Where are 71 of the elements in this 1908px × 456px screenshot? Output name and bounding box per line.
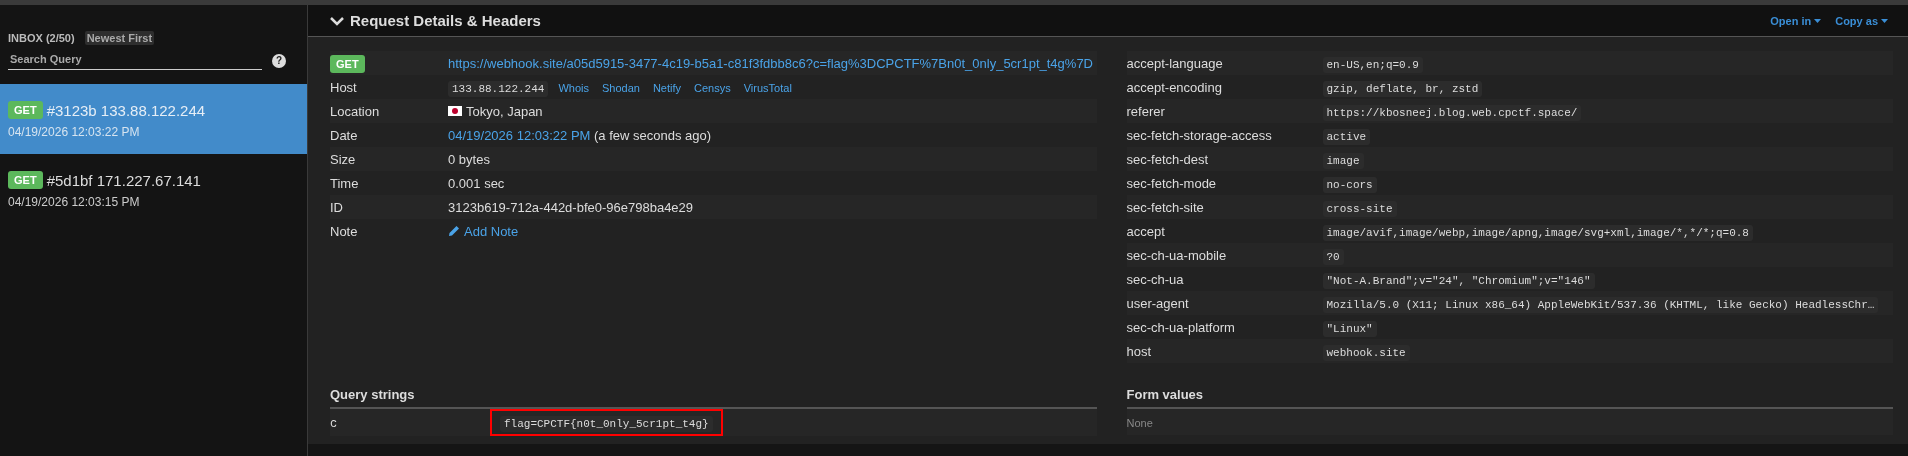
header-name: referer — [1126, 103, 1165, 119]
caret-icon — [1814, 18, 1822, 23]
header-value: https://kbosneej.blog.web.cpctf.space/ — [1322, 104, 1582, 121]
query-value: flag=CPCTF{n0t_0nly_5cr1pt_t4g} — [500, 416, 713, 432]
dropdown-link[interactable]: Copy as — [1835, 14, 1888, 27]
header-value: Mozilla/5.0 (X11; Linux x86_64) AppleWebKit/537.36 (KHTML, like Gecko) HeadlessChr… — [1322, 296, 1879, 313]
header-value: active — [1322, 128, 1371, 145]
pencil-icon — [448, 225, 460, 237]
header-value: en-US,en;q=0.9 — [1322, 56, 1423, 73]
header-value: gzip, deflate, br, zstd — [1322, 80, 1483, 97]
host-ip-value: 133.88.122.244 — [448, 80, 549, 97]
inbox-count: INBOX (2/50) — [8, 32, 75, 44]
flag-icon — [448, 106, 462, 116]
request-date: 04/19/2026 12:03:22 PM — [8, 125, 141, 139]
method-badge: GET — [8, 101, 43, 119]
header-value: "Linux" — [1322, 320, 1377, 337]
header-value: image/avif,image/webp,image/apng,image/svg+xml,image/*,*/*;q=0.8 — [1322, 224, 1753, 241]
search-field[interactable]: Search Query — [8, 51, 262, 70]
request-title: #5d1bf 171.227.67.141 — [46, 171, 201, 189]
lookup-link[interactable]: VirusTotal — [743, 81, 792, 94]
request-item[interactable]: GET #3123b 133.88.122.244 04/19/2026 12:03:22 PM — [0, 84, 307, 154]
request-date: 04/19/2026 12:03:15 PM — [8, 195, 141, 209]
method-badge: GET — [8, 171, 43, 189]
header-name: accept-encoding — [1126, 79, 1222, 95]
detail-label: Size — [330, 151, 356, 167]
lookup-link[interactable]: Netify — [652, 81, 682, 94]
header-name: sec-fetch-mode — [1126, 175, 1217, 191]
header-value: "Not-A.Brand";v="24", "Chromium";v="146" — [1322, 272, 1595, 289]
request-item[interactable]: GET #5d1bf 171.227.67.141 04/19/2026 12:03:15 PM — [0, 154, 307, 224]
detail-label: Note — [330, 223, 358, 239]
header-name: sec-ch-ua-platform — [1126, 319, 1235, 335]
location-value: Tokyo, Japan — [466, 103, 543, 119]
header-value: webhook.site — [1322, 344, 1410, 361]
header-name: sec-fetch-dest — [1126, 151, 1209, 167]
detail-label: Host — [330, 79, 357, 95]
header-value: no-cors — [1322, 176, 1377, 193]
caret-icon — [1881, 18, 1888, 23]
detail-label: ID — [330, 199, 343, 215]
detail-label: Time — [330, 175, 359, 191]
panel-title: Request Details & Headers — [350, 12, 541, 29]
relative-time: (a few seconds ago) — [594, 127, 712, 143]
header-value: cross-site — [1322, 200, 1397, 217]
header-name: sec-ch-ua — [1126, 271, 1184, 287]
detail-label: Location — [330, 103, 380, 119]
header-value: ?0 — [1322, 248, 1344, 265]
add-note-link[interactable]: Add Note — [448, 223, 1097, 239]
header-name: sec-fetch-storage-access — [1126, 127, 1272, 143]
header-name: user-agent — [1126, 295, 1189, 311]
detail-value: 0 bytes — [448, 151, 490, 167]
detail-value: 3123b619-712a-442d-bfe0-96e798ba4e29 — [448, 199, 694, 215]
query-key: c — [330, 416, 338, 431]
header-name: sec-ch-ua-mobile — [1126, 247, 1227, 263]
lookup-link[interactable]: Censys — [694, 81, 731, 94]
chevron-icon[interactable] — [330, 15, 344, 26]
header-name: accept — [1126, 223, 1165, 239]
header-name: host — [1126, 343, 1152, 359]
header-name: sec-fetch-site — [1126, 199, 1204, 215]
request-title: #3123b 133.88.122.244 — [46, 101, 206, 119]
method-badge: GET — [330, 54, 365, 73]
date-link[interactable]: 04/19/2026 12:03:22 PM — [448, 127, 591, 143]
empty-text: None — [1126, 416, 1153, 429]
header-name: accept-language — [1126, 55, 1223, 71]
sort-toggle[interactable]: Newest First — [84, 31, 155, 45]
help-icon[interactable]: ? — [272, 53, 286, 68]
url-link[interactable]: https://webhook.site/a05d5915-3477-4c19-b5a1-c81f3fdbb8c6?c=flag%3DCPCTF%7Bn0t_0nly_5cr1pt_t4g%7D — [448, 55, 1093, 71]
detail-value: 0.001 sec — [448, 175, 505, 191]
dropdown-link[interactable]: Open in — [1770, 14, 1822, 27]
detail-label: Date — [330, 127, 358, 143]
header-value: image — [1322, 152, 1364, 169]
lookup-link[interactable]: Shodan — [602, 81, 640, 94]
lookup-link[interactable]: Whois — [558, 81, 589, 94]
